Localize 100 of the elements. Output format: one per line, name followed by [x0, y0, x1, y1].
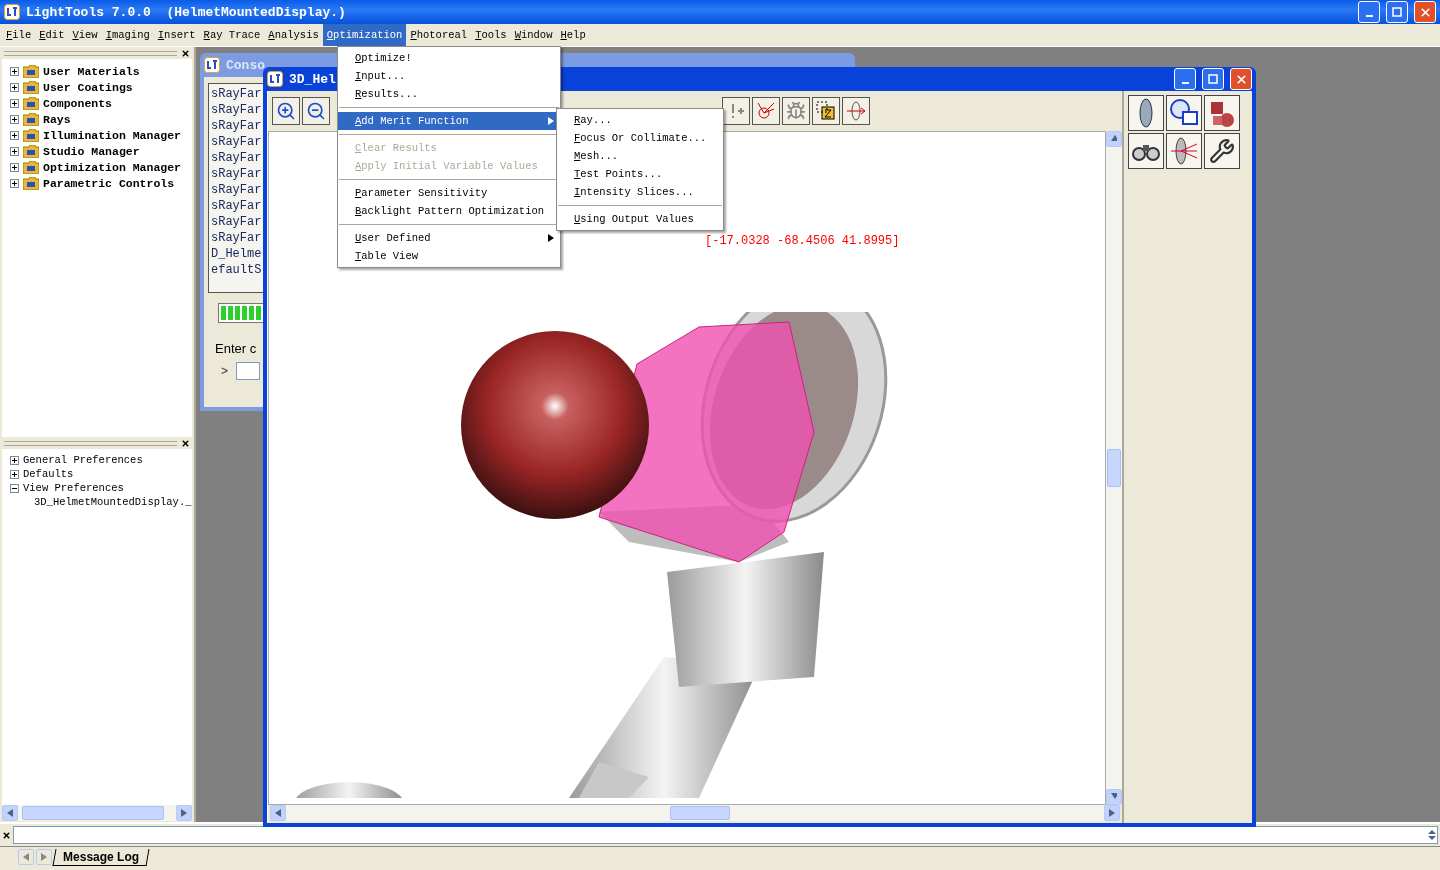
tree-item[interactable]: User Materials — [43, 64, 140, 78]
tree-item[interactable]: Optimization Manager — [43, 160, 182, 174]
add-point-button[interactable] — [722, 97, 750, 125]
scroll-down-icon — [1111, 793, 1117, 801]
menu-item[interactable]: Results... — [338, 85, 560, 103]
minimize-button[interactable] — [1358, 1, 1380, 23]
collapse-icon[interactable] — [10, 483, 19, 493]
horizontal-scrollbar[interactable] — [270, 805, 1120, 821]
command-field[interactable] — [236, 362, 260, 380]
zoom-in-button[interactable] — [272, 97, 300, 125]
menu-item[interactable]: Backlight Pattern Optimization — [338, 202, 560, 220]
menu-item[interactable]: Mesh... — [557, 147, 723, 165]
menu-bar-item[interactable]: Analysis — [264, 24, 323, 46]
menu-bar-item[interactable]: Optimization — [322, 24, 407, 46]
binoculars-button[interactable] — [1128, 133, 1164, 169]
menu-bar-item[interactable]: Photoreal — [406, 24, 472, 46]
tree-item[interactable]: View Preferences — [23, 482, 124, 494]
tree-item[interactable]: Components — [43, 96, 112, 110]
menu-item[interactable]: Parameter Sensitivity — [338, 184, 560, 202]
console-line: sRayFar — [211, 86, 263, 102]
menu-bar-item[interactable]: Window — [510, 24, 557, 46]
close-icon[interactable] — [2, 830, 11, 840]
vertical-scrollbar[interactable] — [1106, 131, 1122, 805]
scroll-thumb[interactable] — [22, 806, 164, 820]
close-icon[interactable] — [181, 48, 190, 58]
scroll-thumb[interactable] — [670, 806, 730, 820]
menu-item[interactable]: Table View — [338, 247, 560, 265]
maximize-button[interactable] — [1202, 68, 1224, 90]
shapes-button[interactable] — [1166, 95, 1202, 131]
maximize-button[interactable] — [1386, 1, 1408, 23]
scroll-right-icon — [1109, 809, 1115, 817]
expand-icon[interactable] — [10, 130, 19, 140]
menu-bar-item[interactable]: Edit — [35, 24, 69, 46]
expand-icon[interactable] — [10, 98, 19, 108]
expand-icon[interactable] — [10, 114, 19, 124]
lens-arrow-icon — [846, 101, 866, 121]
folder-icon — [23, 144, 39, 158]
submenu-arrow-icon — [548, 234, 554, 242]
close-button[interactable] — [1414, 1, 1436, 23]
console-line: sRayFar — [211, 182, 263, 198]
menu-item[interactable]: User Defined — [338, 229, 560, 247]
menu-bar-item[interactable]: Insert — [153, 24, 200, 46]
minimize-icon — [1181, 82, 1189, 84]
tab-scroll-left-button[interactable] — [18, 849, 34, 865]
menu-bar-item[interactable]: Tools — [471, 24, 511, 46]
maximize-icon — [1392, 7, 1402, 17]
menu-item[interactable]: Ray... — [557, 111, 723, 129]
menu-item[interactable]: Intensity Slices... — [557, 183, 723, 201]
app-logo-icon — [267, 71, 283, 87]
coordinates-readout: [-17.0328 -68.4506 41.8995] — [705, 234, 900, 248]
menu-item[interactable]: Input... — [338, 67, 560, 85]
menu-item[interactable]: Test Points... — [557, 165, 723, 183]
expand-icon[interactable] — [10, 469, 19, 479]
spin-arrows-icon — [1427, 829, 1437, 841]
horizontal-scrollbar[interactable] — [2, 805, 192, 821]
tree-item[interactable]: Defaults — [23, 468, 74, 480]
menu-bar-item[interactable]: Ray Trace — [199, 24, 265, 46]
menu-item[interactable]: Optimize! — [338, 49, 560, 67]
menu-bar-item[interactable]: Imaging — [101, 24, 154, 46]
cubes-button[interactable] — [1204, 95, 1240, 131]
prism-button[interactable] — [1166, 133, 1202, 169]
shapes-icon — [1169, 98, 1199, 128]
folder-icon — [23, 96, 39, 110]
tree-item[interactable]: General Preferences — [23, 454, 143, 466]
tree-item[interactable]: Studio Manager — [43, 144, 140, 158]
close-button[interactable] — [1230, 68, 1252, 90]
tree-item[interactable]: 3D_HelmetMountedDisplay._ — [34, 496, 192, 508]
lens-button[interactable] — [1128, 95, 1164, 131]
menu-bar-item[interactable]: Help — [556, 24, 590, 46]
expand-icon[interactable] — [10, 162, 19, 172]
menu-item[interactable]: Focus Or Collimate... — [557, 129, 723, 147]
scroll-left-icon — [7, 809, 13, 817]
close-icon — [1418, 5, 1432, 19]
tree-item[interactable]: Parametric Controls — [43, 176, 175, 190]
expand-icon[interactable] — [10, 146, 19, 156]
expand-icon[interactable] — [10, 82, 19, 92]
minimize-button[interactable] — [1174, 68, 1196, 90]
tab-scroll-right-button[interactable] — [36, 849, 52, 865]
close-icon[interactable] — [181, 438, 190, 448]
wrench-button[interactable] — [1204, 133, 1240, 169]
scroll-thumb[interactable] — [1107, 449, 1121, 487]
folder-icon — [23, 64, 39, 78]
bug-button[interactable] — [782, 97, 810, 125]
menu-bar-item[interactable]: View — [68, 24, 102, 46]
folder-icon — [23, 80, 39, 94]
tree-item[interactable]: User Coatings — [43, 80, 133, 94]
z-box-button[interactable] — [812, 97, 840, 125]
menu-bar-item[interactable]: File — [2, 24, 36, 46]
menu-item[interactable]: Using Output Values — [557, 210, 723, 228]
tree-item[interactable]: Rays — [43, 112, 71, 126]
expand-icon[interactable] — [10, 66, 19, 76]
message-log-tab[interactable]: Message Log — [52, 848, 150, 866]
zoom-out-button[interactable] — [302, 97, 330, 125]
maximize-icon — [1208, 74, 1218, 84]
expand-icon[interactable] — [10, 455, 19, 465]
expand-icon[interactable] — [10, 178, 19, 188]
tree-item[interactable]: Illumination Manager — [43, 128, 182, 142]
lens-arrow-button[interactable] — [842, 97, 870, 125]
app-logo-icon — [204, 57, 220, 73]
ray-burst-button[interactable] — [752, 97, 780, 125]
